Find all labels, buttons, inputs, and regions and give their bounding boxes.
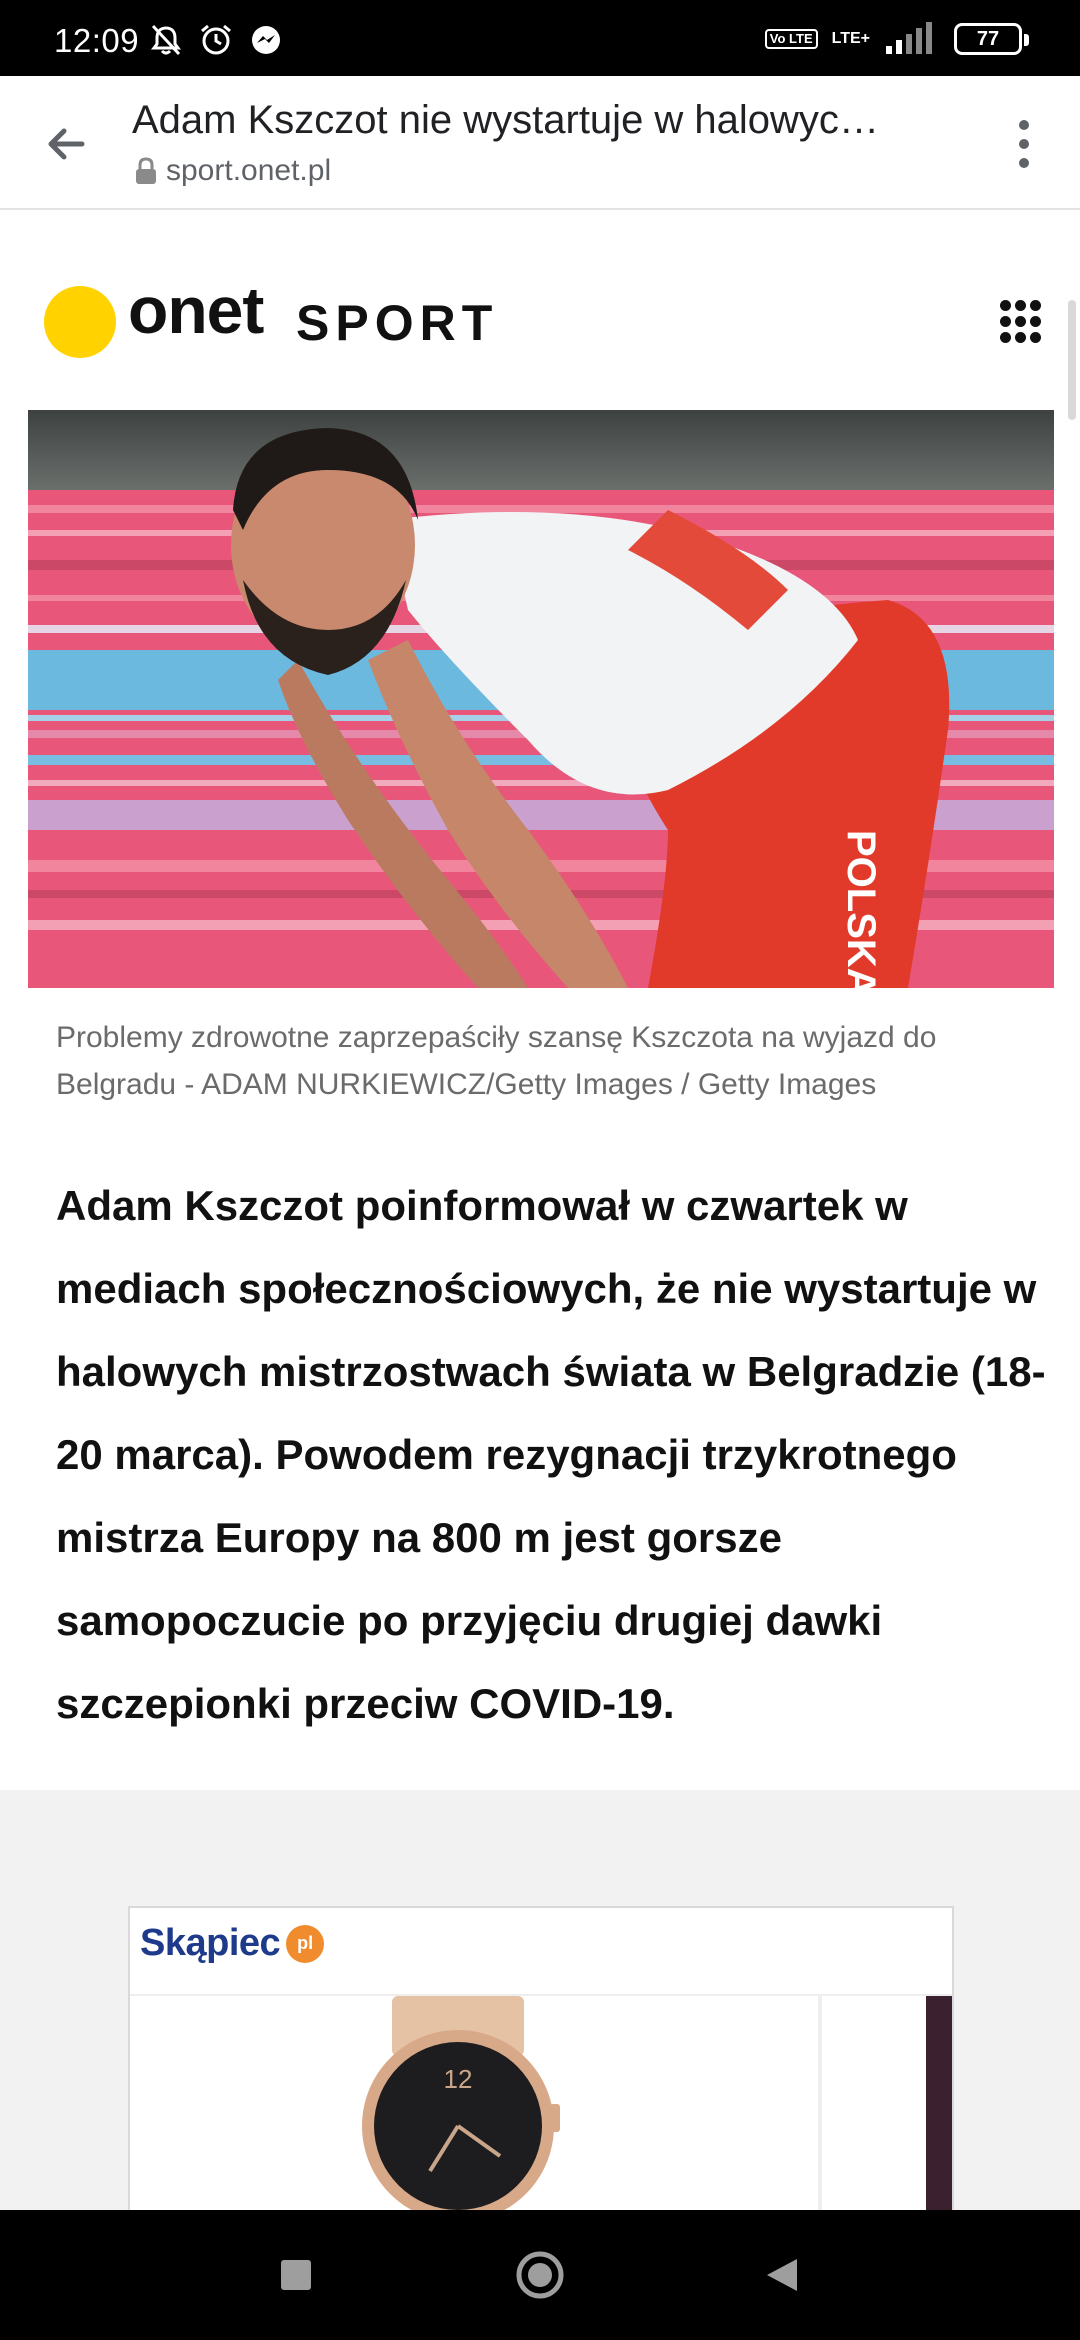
svg-text:POLSKA: POLSKA bbox=[839, 830, 883, 988]
site-header: onet SPORT bbox=[0, 212, 1080, 412]
photo-caption: Problemy zdrowotne zaprzepaściły szansę … bbox=[56, 1021, 937, 1101]
ad-banner[interactable]: Skąpiec pl 12 bbox=[128, 1906, 954, 2216]
apps-grid-icon[interactable] bbox=[1000, 300, 1044, 344]
signal-icon bbox=[886, 22, 932, 54]
network-type: LTE+ bbox=[831, 30, 870, 47]
volte-badge: Vo LTE bbox=[764, 29, 818, 49]
more-options-button[interactable] bbox=[994, 114, 1054, 174]
triangle-back-icon bbox=[767, 2259, 797, 2291]
back-button[interactable] bbox=[36, 114, 96, 174]
article-lead: Adam Kszczot poinformował w czwartek w m… bbox=[56, 1182, 1046, 1727]
square-icon bbox=[281, 2260, 311, 2290]
browser-toolbar: Adam Kszczot nie wystartuje w halowych m… bbox=[0, 76, 1080, 210]
url-text: sport.onet.pl bbox=[166, 154, 332, 187]
lock-icon bbox=[136, 157, 156, 184]
logo-sport[interactable]: SPORT bbox=[296, 294, 498, 352]
more-vert-icon bbox=[1019, 120, 1029, 130]
notification-icons bbox=[148, 22, 284, 58]
recents-button[interactable] bbox=[226, 2210, 366, 2340]
navigation-bar bbox=[0, 2210, 1080, 2340]
scrollbar[interactable] bbox=[1068, 300, 1076, 420]
logo-onet[interactable]: onet bbox=[128, 272, 264, 348]
ad-brand[interactable]: Skąpiec pl bbox=[140, 1922, 325, 1965]
circle-icon bbox=[516, 2251, 564, 2299]
ad-brand-badge: pl bbox=[286, 1924, 325, 1963]
home-button[interactable] bbox=[470, 2210, 610, 2340]
ad-brand-name: Skąpiec bbox=[140, 1922, 281, 1964]
page-title: Adam Kszczot nie wystartuje w halowych m… bbox=[132, 98, 892, 142]
messenger-icon bbox=[252, 26, 280, 54]
article-photo[interactable]: POLSKA bbox=[28, 410, 1054, 988]
system-back-button[interactable] bbox=[712, 2210, 852, 2340]
url-row[interactable]: sport.onet.pl bbox=[134, 154, 331, 188]
athlete-photo: POLSKA bbox=[28, 410, 1054, 988]
status-right: Vo LTE LTE+ 77 bbox=[764, 22, 1029, 56]
onet-logo-dot[interactable] bbox=[44, 286, 116, 358]
alarm-icon bbox=[201, 24, 231, 55]
ad-area: Skąpiec pl 12 bbox=[0, 1790, 1080, 2216]
svg-text:12: 12 bbox=[444, 2064, 473, 2094]
battery-indicator: 77 bbox=[954, 23, 1029, 55]
status-bar: 12:09 Vo LTE LTE+ 77 bbox=[0, 0, 1080, 76]
status-time: 12:09 bbox=[54, 22, 140, 59]
bell-off-icon bbox=[151, 24, 181, 56]
arrow-left-icon bbox=[48, 128, 85, 160]
ad-product-image: 12 bbox=[130, 1996, 952, 2214]
